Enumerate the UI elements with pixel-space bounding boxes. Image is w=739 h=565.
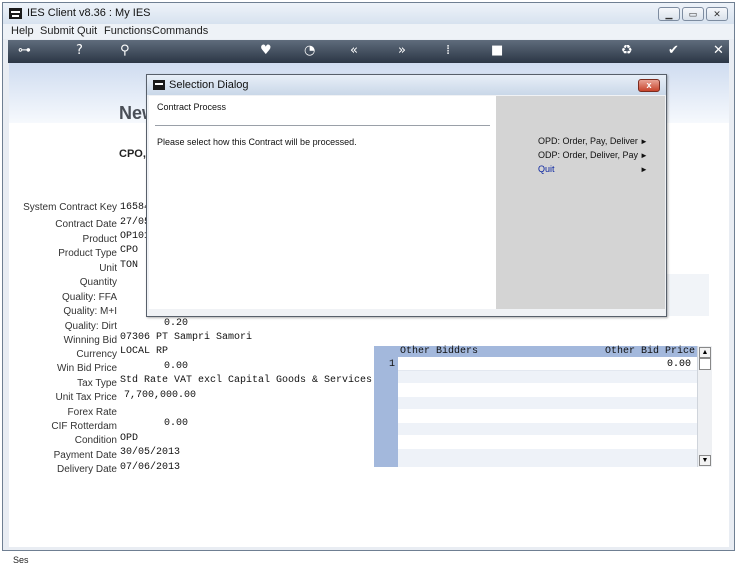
app-icon — [153, 80, 165, 90]
field-value[interactable]: 0.20 — [164, 318, 188, 329]
check-icon[interactable]: ✔ — [668, 43, 679, 59]
dialog-title-bar: Selection Dialog x — [147, 75, 666, 95]
toolbar: ⊶ ? ⚲ ♥ ◔ « » ⁞ ■ ♻ ✔ ✕ — [8, 40, 729, 63]
clock-icon[interactable]: ◔ — [304, 43, 315, 59]
field-label: Payment Date — [53, 450, 117, 461]
field-label: CIF Rotterdam — [51, 421, 117, 432]
close-icon[interactable]: ✕ — [713, 43, 724, 59]
field-label: Quality: M+I — [63, 306, 117, 317]
table-row[interactable] — [398, 449, 697, 467]
field-label: Win Bid Price — [56, 363, 117, 374]
table-row[interactable] — [398, 436, 697, 448]
back-icon[interactable]: « — [350, 43, 358, 59]
table-row[interactable]: 0.00 — [398, 358, 697, 371]
status-text: Ses — [13, 555, 29, 565]
field-label: Condition — [74, 435, 117, 446]
options-pane: OPD: Order, Pay, Deliver ► ODP: Order, D… — [496, 96, 665, 309]
dialog-message-pane: Contract Process Please select how this … — [149, 96, 496, 309]
window-title: IES Client v8.36 : My IES — [27, 7, 151, 19]
field-label: Product — [82, 234, 117, 245]
field-label: Currency — [76, 349, 117, 360]
option-opd[interactable]: OPD: Order, Pay, Deliver — [538, 136, 638, 146]
table-row[interactable] — [398, 410, 697, 422]
field-label: System Contract Key — [23, 202, 117, 213]
selection-dialog: Selection Dialog x Contract Process Plea… — [146, 74, 667, 317]
field-label: Product Type — [58, 248, 117, 259]
field-value[interactable]: 0.00 — [164, 418, 188, 429]
arrow-right-icon: ► — [640, 137, 648, 146]
field-value[interactable]: Std Rate VAT excl Capital Goods & Servic… — [120, 375, 372, 386]
field-value[interactable]: OPD — [120, 433, 138, 444]
dialog-heading: Contract Process — [157, 102, 227, 112]
heart-icon[interactable]: ♥ — [260, 43, 272, 59]
arrow-right-icon: ► — [640, 165, 648, 174]
bid-price-cell[interactable]: 0.00 — [667, 359, 691, 370]
dialog-message: Please select how this Contract will be … — [157, 137, 357, 147]
menu-bar: Help Submit Quit Functions Commands — [3, 24, 734, 39]
field-label: Quantity — [79, 277, 117, 288]
field-label: Delivery Date — [56, 464, 117, 475]
column-header-price[interactable]: Other Bid Price — [605, 346, 695, 357]
arrow-right-icon: ► — [640, 151, 648, 160]
divider — [155, 125, 490, 126]
row-number: 1 — [389, 359, 396, 370]
scroll-thumb[interactable] — [699, 358, 711, 370]
table-row[interactable] — [398, 397, 697, 409]
scroll-down-icon[interactable]: ▼ — [699, 455, 711, 466]
maximize-button[interactable]: ▭ — [682, 7, 704, 21]
table-header: Other Bidders Other Bid Price — [398, 346, 697, 357]
field-label: Quality: Dirt — [64, 321, 117, 332]
field-value[interactable]: 7,700,000.00 — [124, 390, 196, 401]
field-label: Quality: FFA — [61, 292, 117, 303]
scroll-up-icon[interactable]: ▲ — [699, 347, 711, 358]
bidders-table: Other Bidders Other Bid Price 1 0.00 ▲ ▼ — [374, 346, 712, 467]
menu-functions[interactable]: Functions — [104, 25, 152, 37]
field-value[interactable]: TON — [120, 260, 138, 271]
search-icon[interactable]: ⚲ — [120, 43, 130, 59]
menu-commands[interactable]: Commands — [152, 25, 208, 37]
field-value[interactable]: 0.00 — [164, 361, 188, 372]
recycle-icon[interactable]: ♻ — [621, 43, 633, 59]
app-icon — [9, 8, 22, 19]
table-row[interactable] — [398, 384, 697, 396]
column-header-bidders[interactable]: Other Bidders — [400, 346, 478, 357]
field-value[interactable]: CPO — [120, 245, 138, 256]
table-row[interactable] — [398, 423, 697, 435]
forward-icon[interactable]: » — [398, 43, 406, 59]
option-odp[interactable]: ODP: Order, Deliver, Pay — [538, 150, 638, 160]
title-bar: IES Client v8.36 : My IES ▁ ▭ ✕ — [3, 3, 734, 24]
field-label: Tax Type — [77, 378, 117, 389]
field-label: Contract Date — [55, 219, 117, 230]
menu-help[interactable]: Help — [11, 25, 34, 37]
field-label: Forex Rate — [67, 407, 117, 418]
menu-submit[interactable]: Submit — [40, 25, 74, 37]
dialog-body: Contract Process Please select how this … — [149, 96, 665, 309]
field-label: Winning Bid — [63, 335, 117, 346]
text-cursor-icon[interactable]: ⁞ — [446, 43, 450, 59]
table-row[interactable] — [398, 371, 697, 383]
menu-quit[interactable]: Quit — [77, 25, 97, 37]
field-label: Unit Tax Price — [55, 392, 117, 403]
help-icon[interactable]: ? — [76, 43, 83, 59]
key-icon[interactable]: ⊶ — [18, 43, 31, 59]
close-window-button[interactable]: ✕ — [706, 7, 728, 21]
minimize-button[interactable]: ▁ — [658, 7, 680, 21]
field-value[interactable]: 07306 PT Sampri Samori — [120, 332, 252, 343]
field-value[interactable]: 30/05/2013 — [120, 447, 180, 458]
stop-icon[interactable]: ■ — [491, 43, 503, 59]
field-label: Unit — [99, 263, 117, 274]
field-value[interactable]: LOCAL RP — [120, 346, 168, 357]
field-value[interactable]: 07/06/2013 — [120, 462, 180, 473]
dialog-close-button[interactable]: x — [638, 79, 660, 92]
option-quit[interactable]: Quit — [538, 164, 555, 174]
table-scrollbar[interactable]: ▲ ▼ — [697, 346, 712, 467]
dialog-title: Selection Dialog — [169, 79, 249, 91]
window-controls: ▁ ▭ ✕ — [658, 7, 728, 21]
